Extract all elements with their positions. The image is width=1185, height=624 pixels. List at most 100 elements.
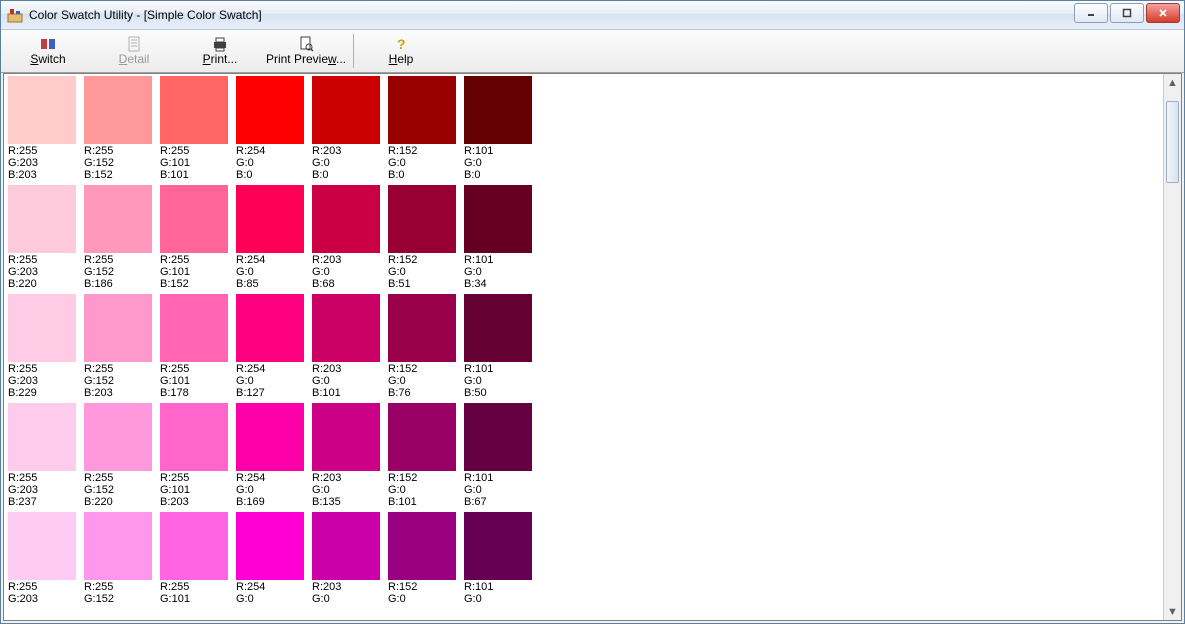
scroll-thumb[interactable]	[1166, 101, 1179, 183]
scroll-down-icon[interactable]: ▼	[1165, 603, 1180, 620]
color-swatch	[388, 403, 456, 471]
swatch-cell[interactable]: R:101G:0	[464, 512, 540, 609]
swatch-label: R:152G:0B:0	[388, 144, 464, 185]
swatch-cell[interactable]: R:152G:0	[388, 512, 464, 609]
color-swatch	[236, 294, 304, 362]
switch-icon	[40, 36, 56, 52]
swatch-label: R:255G:101	[160, 580, 236, 609]
swatch-cell[interactable]: R:203G:0B:68	[312, 185, 388, 294]
swatch-cell[interactable]: R:255G:152B:186	[84, 185, 160, 294]
color-swatch	[388, 512, 456, 580]
swatch-cell[interactable]: R:101G:0B:67	[464, 403, 540, 512]
svg-text:?: ?	[397, 36, 406, 52]
swatch-label: R:203G:0B:68	[312, 253, 388, 294]
color-swatch	[84, 185, 152, 253]
swatch-label: R:254G:0B:85	[236, 253, 312, 294]
swatch-label: R:255G:101B:178	[160, 362, 236, 403]
color-swatch	[464, 512, 532, 580]
app-window: Color Swatch Utility - [Simple Color Swa…	[0, 0, 1185, 624]
vertical-scrollbar[interactable]: ▲ ▼	[1163, 74, 1181, 620]
swatch-label: R:203G:0	[312, 580, 388, 609]
toolbar: Switch Detail Print... Print Preview... …	[1, 30, 1184, 73]
color-swatch	[388, 185, 456, 253]
swatch-cell[interactable]: R:203G:0B:0	[312, 76, 388, 185]
swatch-cell[interactable]: R:203G:0	[312, 512, 388, 609]
swatch-cell[interactable]: R:152G:0B:51	[388, 185, 464, 294]
scroll-up-icon[interactable]: ▲	[1165, 74, 1180, 91]
help-button[interactable]: ? Help	[358, 30, 444, 72]
color-swatch	[8, 185, 76, 253]
swatch-cell[interactable]: R:255G:203B:203	[8, 76, 84, 185]
swatch-cell[interactable]: R:255G:101B:152	[160, 185, 236, 294]
close-button[interactable]	[1146, 3, 1180, 23]
color-swatch	[160, 294, 228, 362]
color-swatch	[464, 185, 532, 253]
swatch-cell[interactable]: R:255G:101B:101	[160, 76, 236, 185]
swatch-cell[interactable]: R:254G:0B:85	[236, 185, 312, 294]
swatch-label: R:152G:0B:76	[388, 362, 464, 403]
swatch-cell[interactable]: R:255G:203B:229	[8, 294, 84, 403]
color-swatch	[236, 76, 304, 144]
swatch-label: R:255G:152B:203	[84, 362, 160, 403]
swatch-cell[interactable]: R:255G:203	[8, 512, 84, 609]
swatch-cell[interactable]: R:255G:203B:237	[8, 403, 84, 512]
swatch-label: R:203G:0B:101	[312, 362, 388, 403]
swatch-label: R:101G:0B:50	[464, 362, 540, 403]
swatch-row: R:255G:203B:220R:255G:152B:186R:255G:101…	[8, 185, 1163, 294]
swatch-label: R:152G:0B:101	[388, 471, 464, 512]
minimize-button[interactable]	[1074, 3, 1108, 23]
print-button[interactable]: Print...	[177, 30, 263, 72]
swatch-cell[interactable]: R:255G:152B:203	[84, 294, 160, 403]
color-swatch	[312, 512, 380, 580]
color-swatch	[312, 294, 380, 362]
swatch-cell[interactable]: R:255G:152B:220	[84, 403, 160, 512]
swatch-label: R:254G:0B:127	[236, 362, 312, 403]
swatch-cell[interactable]: R:255G:101B:178	[160, 294, 236, 403]
swatch-cell[interactable]: R:101G:0B:0	[464, 76, 540, 185]
color-swatch	[388, 294, 456, 362]
detail-label: Detail	[119, 52, 150, 66]
swatch-cell[interactable]: R:152G:0B:101	[388, 403, 464, 512]
window-controls	[1074, 3, 1180, 23]
swatch-label: R:255G:101B:152	[160, 253, 236, 294]
swatch-label: R:255G:203B:203	[8, 144, 84, 185]
swatch-cell[interactable]: R:101G:0B:34	[464, 185, 540, 294]
maximize-button[interactable]	[1110, 3, 1144, 23]
titlebar: Color Swatch Utility - [Simple Color Swa…	[1, 1, 1184, 30]
swatch-cell[interactable]: R:255G:203B:220	[8, 185, 84, 294]
swatch-label: R:255G:152	[84, 580, 160, 609]
color-swatch	[464, 294, 532, 362]
scroll-track[interactable]	[1165, 91, 1180, 603]
swatch-cell[interactable]: R:203G:0B:135	[312, 403, 388, 512]
swatch-cell[interactable]: R:255G:101B:203	[160, 403, 236, 512]
color-swatch	[160, 403, 228, 471]
swatch-cell[interactable]: R:255G:152B:152	[84, 76, 160, 185]
switch-button[interactable]: Switch	[5, 30, 91, 72]
swatch-cell[interactable]: R:152G:0B:0	[388, 76, 464, 185]
swatch-label: R:152G:0B:51	[388, 253, 464, 294]
color-swatch	[84, 76, 152, 144]
swatch-cell[interactable]: R:152G:0B:76	[388, 294, 464, 403]
swatch-cell[interactable]: R:254G:0B:169	[236, 403, 312, 512]
color-swatch	[160, 76, 228, 144]
print-preview-button[interactable]: Print Preview...	[263, 30, 349, 72]
swatch-cell[interactable]: R:254G:0B:127	[236, 294, 312, 403]
color-swatch	[8, 403, 76, 471]
swatch-label: R:254G:0	[236, 580, 312, 609]
color-swatch	[8, 294, 76, 362]
swatch-label: R:101G:0B:67	[464, 471, 540, 512]
swatch-label: R:255G:152B:220	[84, 471, 160, 512]
swatch-label: R:255G:101B:203	[160, 471, 236, 512]
color-swatch	[388, 76, 456, 144]
swatch-cell[interactable]: R:203G:0B:101	[312, 294, 388, 403]
swatch-cell[interactable]: R:101G:0B:50	[464, 294, 540, 403]
swatch-cell[interactable]: R:255G:101	[160, 512, 236, 609]
swatch-cell[interactable]: R:254G:0	[236, 512, 312, 609]
swatch-cell[interactable]: R:254G:0B:0	[236, 76, 312, 185]
switch-label: Switch	[30, 52, 65, 66]
swatch-cell[interactable]: R:255G:152	[84, 512, 160, 609]
swatch-label: R:255G:203B:220	[8, 253, 84, 294]
color-swatch	[8, 512, 76, 580]
swatch-label: R:255G:152B:186	[84, 253, 160, 294]
swatch-label: R:101G:0B:0	[464, 144, 540, 185]
